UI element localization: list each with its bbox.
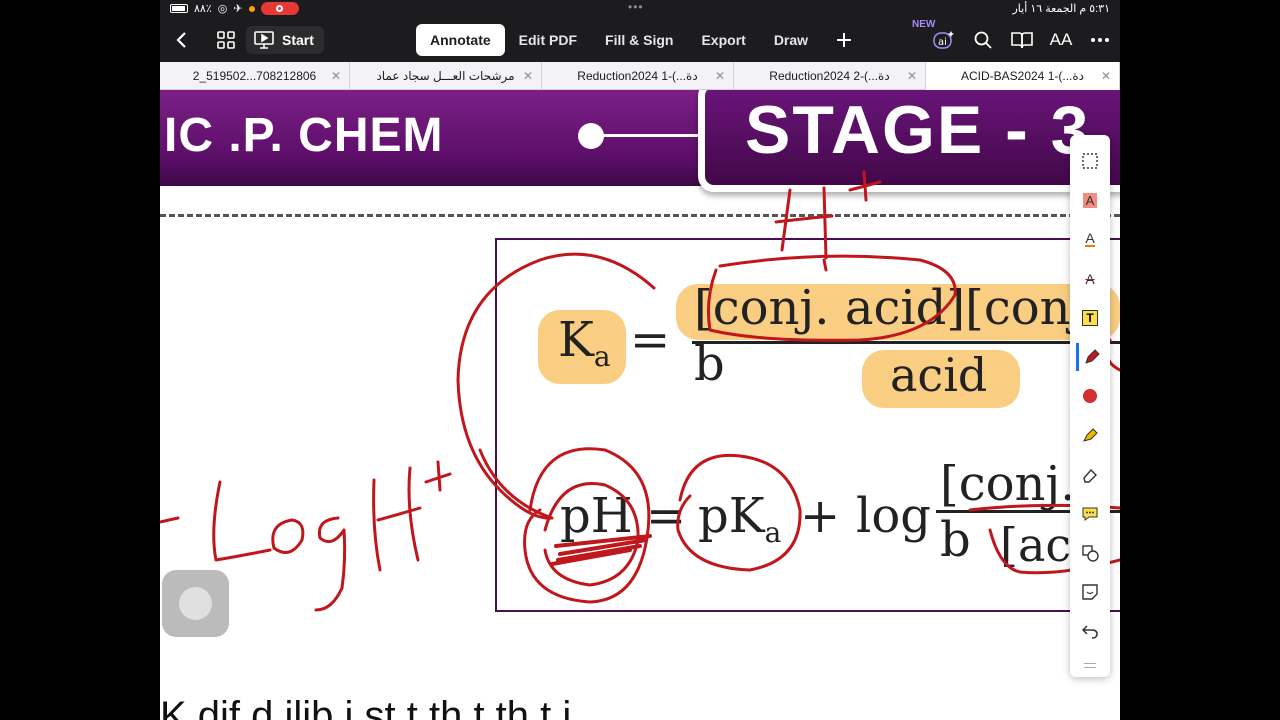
multitask-handle[interactable]: ••• — [628, 0, 644, 14]
back-chevron-icon[interactable] — [168, 26, 196, 54]
hh-equals: = — [646, 488, 687, 544]
pdf-page[interactable]: IC .P. CHEM STAGE - 3 Ka = [conj. acid][… — [160, 90, 1120, 720]
doc-tab[interactable]: ACID-BAS2024 دة...)-1 ✕ — [926, 62, 1120, 90]
close-tab-icon[interactable]: ✕ — [907, 69, 917, 83]
status-left: ٨٨٪ ◎ ✈ — [170, 2, 299, 15]
mode-tab-draw[interactable]: Draw — [760, 24, 822, 56]
slide-banner: IC .P. CHEM STAGE - 3 — [160, 90, 1120, 192]
doc-tab[interactable]: 2_519502...708212806 ✕ — [160, 62, 350, 90]
present-icon — [254, 31, 274, 49]
ink-letter-L — [212, 480, 272, 562]
mic-indicator-icon — [248, 5, 255, 12]
eraser-icon[interactable] — [1076, 461, 1104, 489]
doc-tab-label: مرشحات العـــل سجاد عماد — [376, 69, 515, 83]
annotation-tool-palette: AAAT — [1070, 135, 1110, 677]
selection-rect-icon[interactable] — [1076, 147, 1104, 175]
battery-percent: ٨٨٪ — [194, 3, 212, 15]
doc-tab-label: ACID-BAS2024 دة...)-1 — [960, 69, 1085, 83]
close-tab-icon[interactable]: ✕ — [331, 69, 341, 83]
pka-symbol: pKa — [698, 488, 782, 549]
ai-assistant-icon[interactable]: ai — [930, 26, 958, 54]
mode-tab-export[interactable]: Export — [687, 24, 759, 56]
battery-icon — [170, 4, 188, 13]
hh-plus: + — [800, 488, 841, 544]
close-tab-icon[interactable]: ✕ — [715, 69, 725, 83]
airplane-icon: ✈ — [233, 3, 243, 15]
underline-text-icon[interactable]: A — [1076, 225, 1104, 253]
highlighter-icon[interactable] — [1076, 421, 1104, 449]
doc-tab[interactable]: مرشحات العـــل سجاد عماد ✕ — [350, 62, 542, 90]
ink-letter-o — [271, 518, 305, 554]
doc-tab[interactable]: Reduction2024 دة...)-1 ✕ — [542, 62, 734, 90]
reading-mode-icon[interactable] — [1008, 26, 1036, 54]
dashed-divider — [160, 214, 1120, 217]
mode-tabs: Annotate Edit PDF Fill & Sign Export Draw — [416, 23, 822, 57]
body-text-cutoff: Κ dif d ilib i st t th t th t i — [160, 694, 572, 720]
doc-tab-label: Reduction2024 دة...)-2 — [769, 69, 890, 83]
doc-tab-label: 2_519502...708212806 — [192, 69, 317, 83]
doc-tab-label: Reduction2024 دة...)-1 — [577, 69, 698, 83]
add-plus-icon[interactable] — [830, 26, 858, 54]
close-tab-icon[interactable]: ✕ — [1101, 69, 1111, 83]
svg-text:ai: ai — [938, 37, 947, 48]
comment-icon[interactable] — [1076, 500, 1104, 528]
mode-tab-edit-pdf[interactable]: Edit PDF — [505, 24, 591, 56]
ink-plus-sign — [424, 460, 452, 492]
app-toolbar: Start Annotate Edit PDF Fill & Sign Export D… — [160, 18, 1120, 62]
search-icon[interactable] — [969, 26, 997, 54]
highlight-text-icon[interactable]: A — [1076, 186, 1104, 214]
screen-record-indicator[interactable] — [260, 2, 299, 15]
banner-course-title: IC .P. CHEM — [164, 109, 444, 162]
pen-icon[interactable] — [1076, 343, 1104, 371]
ink-minus — [160, 516, 180, 524]
close-tab-icon[interactable]: ✕ — [523, 69, 533, 83]
banner-connector-dot — [578, 123, 604, 149]
stage-label: STAGE - 3 — [745, 92, 1091, 168]
ka-equals: = — [630, 312, 671, 368]
ka-symbol: Ka — [558, 312, 611, 373]
sticker-icon[interactable] — [1076, 578, 1104, 606]
ka-fraction-bar — [692, 341, 1120, 344]
mode-tab-annotate[interactable]: Annotate — [416, 24, 505, 56]
text-box-icon[interactable]: T — [1076, 304, 1104, 332]
more-icon[interactable] — [1086, 26, 1114, 54]
ph-symbol: pH — [560, 488, 633, 544]
grid-view-icon[interactable] — [212, 26, 240, 54]
ink-letter-H — [372, 466, 422, 572]
location-icon: ◎ — [217, 3, 228, 15]
ka-denominator: acid — [890, 348, 988, 402]
assistive-touch-button[interactable] — [162, 570, 229, 637]
mode-tab-fill-sign[interactable]: Fill & Sign — [591, 24, 687, 56]
shapes-icon[interactable] — [1076, 539, 1104, 567]
start-presentation-button[interactable]: Start — [246, 26, 324, 54]
status-time-date: ٥:٣١ م الجمعة ١٦ أيار — [1012, 3, 1110, 15]
start-label: Start — [282, 32, 314, 48]
strikethrough-text-icon[interactable]: A — [1076, 265, 1104, 293]
ink-letter-g — [314, 516, 347, 612]
palette-grip-icon[interactable] — [1084, 663, 1096, 668]
document-tabs: 2_519502...708212806 ✕ مرشحات العـــل سجاد… — [160, 62, 1120, 90]
text-size-icon[interactable]: AA — [1047, 26, 1075, 54]
banner-connector-line — [590, 134, 700, 137]
stage-badge: STAGE - 3 — [698, 90, 1120, 192]
hh-log: log — [856, 488, 931, 544]
status-bar: ٨٨٪ ◎ ✈ ••• ٥:٣١ م الجمعة ١٦ أيار — [160, 0, 1120, 18]
undo-icon[interactable] — [1076, 617, 1104, 645]
ipad-screen: ٨٨٪ ◎ ✈ ••• ٥:٣١ م الجمعة ١٦ أيار Start … — [160, 0, 1120, 720]
red-color-icon[interactable] — [1076, 382, 1104, 410]
doc-tab[interactable]: Reduction2024 دة...)-2 ✕ — [734, 62, 926, 90]
